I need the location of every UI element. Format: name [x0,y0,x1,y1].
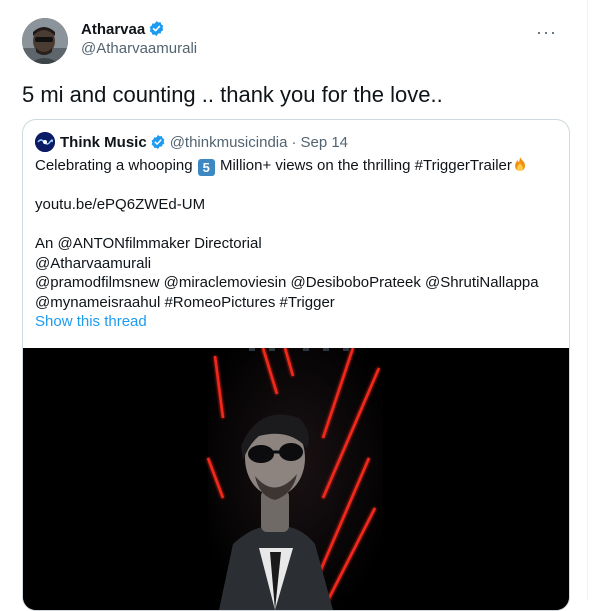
timeline-border [587,0,588,600]
quoted-text-pre: Celebrating a whooping [35,157,197,174]
quoted-tweet-date[interactable]: Sep 14 [300,134,348,151]
verified-badge-icon [151,135,165,149]
author-name-text[interactable]: Atharvaa [81,21,145,38]
quoted-credit-line: @mynameisraahul #RomeoPictures #Trigger [35,293,335,311]
think-music-avatar[interactable] [35,132,55,152]
quoted-credit-line: An @ANTONfilmmaker Directorial [35,235,262,252]
quoted-tweet-body: Celebrating a whooping 5 Million+ views … [35,156,560,312]
quoted-tweet-header: Think Music @thinkmusicindia · Sep 14 [35,132,348,152]
quoted-author-handle[interactable]: @thinkmusicindia [170,134,288,151]
tweet[interactable]: Atharvaa @Atharvaamurali ··· 5 mi and co… [0,0,587,611]
more-horizontal-icon[interactable]: ··· [536,22,557,43]
quoted-credit-line: @pramodfilmsnew @miraclemoviesin @Desibo… [35,274,539,291]
quoted-tweet-card[interactable]: Think Music @thinkmusicindia · Sep 14 Ce… [22,119,570,611]
trailer-still-image [23,348,569,610]
author-avatar[interactable] [22,18,68,64]
quoted-author-name[interactable]: Think Music [60,134,147,151]
verified-badge-icon [149,21,164,36]
fire-emoji-icon [514,157,525,171]
quoted-credit-line: @Atharvaamurali [35,254,152,272]
author-name[interactable]: Atharvaa [81,20,165,38]
separator-dot: · [291,133,297,151]
trailer-video-thumbnail[interactable] [23,348,569,610]
quoted-text-post: Million+ views on the thrilling #Trigger… [215,157,512,174]
author-handle[interactable]: @Atharvaamurali [81,40,197,57]
keycap-5-emoji-icon: 5 [197,159,215,176]
tweet-text: 5 mi and counting .. thank you for the l… [22,82,443,107]
quoted-line-celebrating: Celebrating a whooping 5 Million+ views … [35,156,560,176]
show-this-thread-link[interactable]: Show this thread [35,313,147,330]
quoted-link[interactable]: youtu.be/ePQ6ZWEd-UM [35,195,560,215]
